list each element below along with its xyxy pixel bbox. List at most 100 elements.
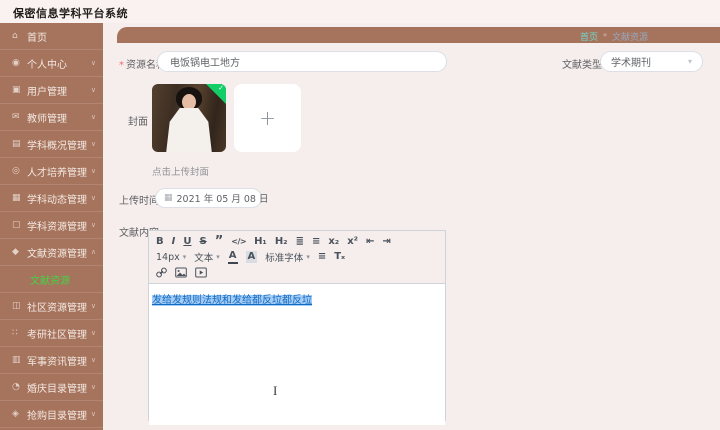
cover-image-thumbnail[interactable]: ✓ [152, 84, 226, 152]
resource-name-input[interactable] [157, 51, 447, 72]
blocks-icon: ∷ [12, 328, 18, 338]
chevron-down-icon: ∨ [90, 410, 96, 418]
selected-link-text[interactable]: 发给发规则法规和发给都反垃都反垃 [152, 295, 312, 306]
editor-content-area[interactable]: 发给发规则法规和发给都反垃都反垃 I [149, 284, 445, 425]
photo-figure-face [182, 94, 196, 110]
required-asterisk: * [119, 60, 124, 71]
breadcrumb-home-link[interactable]: 首页 [580, 30, 598, 43]
highlight-color-button[interactable]: A [245, 251, 258, 263]
sidebar-item-label: 教师管理 [27, 113, 67, 125]
chevron-down-icon: ∨ [90, 140, 96, 148]
font-size-picker[interactable]: 14px ▾ [156, 252, 186, 263]
sidebar-item-user-mgmt[interactable]: ▣ 用户管理 ∨ [0, 77, 103, 104]
sidebar-item-community-resource-mgmt[interactable]: ◫ 社区资源管理 ∨ [0, 293, 103, 320]
outdent-button[interactable]: ⇤ [366, 236, 374, 248]
sidebar-item-subject-overview-mgmt[interactable]: ▤ 学科概况管理 ∨ [0, 131, 103, 158]
indent-button[interactable]: ⇥ [382, 236, 390, 248]
font-family-value: 标准字体 [265, 253, 304, 264]
chevron-up-icon: ∧ [90, 248, 96, 256]
sidebar-item-home[interactable]: ⌂ 首页 [0, 23, 103, 50]
app-header: 保密信息学科平台系统 [0, 0, 720, 23]
upload-time-label: 上传时间 [119, 196, 159, 207]
align-button[interactable]: ≡ [318, 251, 326, 263]
sidebar-item-label: 抢购目录管理 [27, 410, 87, 422]
font-size-value: 14px [156, 251, 180, 263]
chevron-down-icon: ▾ [182, 253, 187, 261]
sidebar-item-talent-mgmt[interactable]: ◎ 人才培养管理 ∨ [0, 158, 103, 185]
document-icon: ◆ [12, 247, 19, 257]
sidebar-item-label: 文献资源管理 [27, 248, 87, 260]
sidebar-item-wedding-catalog-mgmt[interactable]: ◔ 婚庆目录管理 ∨ [0, 374, 103, 401]
clock-icon: ◔ [12, 382, 20, 392]
breadcrumb: 首页 * 文献资源 [580, 30, 648, 43]
chevron-down-icon: ∨ [90, 59, 96, 67]
sidebar-item-label: 考研社区管理 [27, 329, 87, 341]
cover-upload-hint[interactable]: 点击上传封面 [152, 164, 209, 178]
underline-button[interactable]: U [183, 236, 191, 248]
sidebar-item-subject-resource-mgmt[interactable]: ▢ 学科资源管理 ∨ [0, 212, 103, 239]
sidebar-item-label: 用户管理 [27, 86, 67, 98]
sidebar-item-label: 学科概况管理 [27, 140, 87, 152]
sidebar-item-flashsale-catalog-mgmt[interactable]: ◈ 抢购目录管理 ∨ [0, 401, 103, 428]
upload-time-datepicker[interactable]: ▦ 2021 年 05 月 08 日 [155, 188, 268, 208]
content-top-strip: 首页 * 文献资源 [117, 27, 720, 43]
image-icon[interactable] [175, 263, 187, 282]
cover-upload-button[interactable]: + [234, 84, 301, 152]
bullet-list-button[interactable]: ≡ [312, 236, 320, 248]
app-window: 保密信息学科平台系统 ⌂ 首页 ◉ 个人中心 ∨ ▣ 用户管理 ∨ ✉ 教师管理… [0, 0, 720, 430]
sidebar-item-label: 婚庆目录管理 [27, 383, 87, 395]
font-family-picker[interactable]: 标准字体 ▾ [265, 250, 310, 264]
toolbar-row-3 [156, 265, 438, 279]
subscript-button[interactable]: x₂ [328, 236, 339, 248]
community-icon: ◫ [12, 301, 21, 311]
chevron-down-icon: ▾ [687, 57, 692, 66]
medal-icon: ◎ [12, 166, 20, 176]
sidebar-item-subject-news-mgmt[interactable]: ▦ 学科动态管理 ∨ [0, 185, 103, 212]
link-icon[interactable] [156, 263, 167, 282]
bold-button[interactable]: B [156, 236, 164, 248]
book-icon: ▤ [12, 139, 21, 149]
superscript-button[interactable]: x² [347, 236, 358, 248]
sidebar-subitem-literature-resource-active[interactable]: 文献资源 [0, 266, 103, 293]
chevron-down-icon: ▾ [216, 253, 220, 261]
italic-button[interactable]: I [172, 236, 176, 248]
chevron-down-icon: ∨ [90, 86, 96, 94]
doc-type-select[interactable]: 学术期刊 ▾ [600, 51, 703, 72]
breadcrumb-current: 文献资源 [611, 33, 648, 43]
code-block-button[interactable]: </> [231, 236, 246, 248]
toolbar-row-1: B I U S ” </> H₁ H₂ ≣ ≡ x₂ x² ⇤ ⇥ [156, 235, 438, 249]
calendar-icon: ▦ [164, 193, 173, 203]
blockquote-button[interactable]: ” [215, 235, 224, 248]
ordered-list-button[interactable]: ≣ [296, 236, 304, 248]
sidebar-item-teacher-mgmt[interactable]: ✉ 教师管理 ∨ [0, 104, 103, 131]
sidebar-item-label: 学科动态管理 [27, 194, 87, 206]
header1-button[interactable]: H₁ [254, 236, 267, 248]
chevron-down-icon: ∨ [90, 302, 96, 310]
chevron-down-icon: ∨ [90, 167, 96, 175]
sidebar-item-literature-resource-mgmt[interactable]: ◆ 文献资源管理 ∧ [0, 239, 103, 266]
clear-format-button[interactable]: Tₓ [334, 251, 345, 263]
sidebar-nav: ⌂ 首页 ◉ 个人中心 ∨ ▣ 用户管理 ∨ ✉ 教师管理 ∨ ▤ 学科概况管理… [0, 23, 103, 430]
sidebar-item-personal-center[interactable]: ◉ 个人中心 ∨ [0, 50, 103, 77]
pin-icon: ◈ [12, 409, 19, 419]
user-icon: ◉ [12, 58, 20, 68]
cover-label: 封面 [128, 117, 148, 128]
chevron-down-icon: ∨ [90, 221, 96, 229]
home-icon: ⌂ [12, 31, 18, 41]
video-icon[interactable] [195, 263, 207, 282]
header2-button[interactable]: H₂ [275, 236, 288, 248]
chevron-down-icon: ∨ [90, 383, 96, 391]
editor-toolbar: B I U S ” </> H₁ H₂ ≣ ≡ x₂ x² ⇤ ⇥ 14px ▾ [149, 231, 445, 284]
chevron-down-icon: ∨ [90, 113, 96, 121]
chevron-down-icon: ∨ [90, 194, 96, 202]
sidebar-item-military-news-mgmt[interactable]: ▥ 军事资讯管理 ∨ [0, 347, 103, 374]
grid-icon: ▦ [12, 193, 21, 203]
strikethrough-button[interactable]: S [199, 236, 206, 248]
text-color-button[interactable]: A [227, 250, 238, 264]
sidebar-item-label: 学科资源管理 [27, 221, 87, 233]
folder-icon: ▢ [12, 220, 21, 230]
mail-icon: ✉ [12, 112, 20, 122]
sidebar-item-kaoyan-community-mgmt[interactable]: ∷ 考研社区管理 ∨ [0, 320, 103, 347]
upload-time-value: 2021 年 05 月 08 日 [176, 194, 269, 205]
doc-type-label: 文献类型 [562, 60, 602, 71]
